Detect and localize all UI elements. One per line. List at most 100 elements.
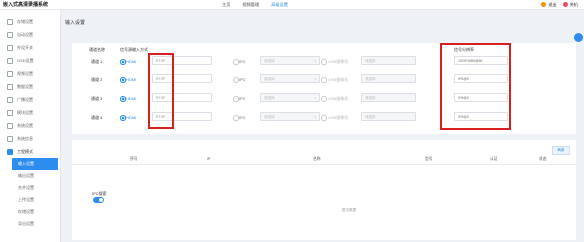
module-icon [7,109,13,116]
top-nav: 主页 视频管理 高级设置 [222,2,288,8]
top-bar: 嵌入式高清录播系统 主页 视频管理 高级设置 退出 关机 [0,0,584,10]
col-auth: 认证 [490,157,498,161]
hdmi-radio[interactable] [120,96,126,102]
channel-name: 通道 3 [91,96,103,101]
ipc-radio[interactable] [233,59,239,65]
sidebar-item-label: 广播设置 [17,96,33,102]
ipc-table-header: 序号 IP 名称 型号 认证 状态 [72,155,576,165]
usb-camera-label: USB摄像机 [328,77,349,82]
usb-camera-radio[interactable] [321,115,327,121]
logout-button[interactable]: 退出 [541,1,557,8]
sidebar-sub-input[interactable]: 输入设置 [12,158,58,170]
sidebar-item[interactable]: 自动设置 [0,28,60,41]
usb-camera-radio[interactable] [321,77,327,83]
sidebar-item[interactable]: 存储设置 [0,15,60,28]
nav-advanced[interactable]: 高级设置 [271,2,288,8]
usb-select-placeholder: 请选择 [365,59,376,63]
hdmi-label: HDMI [126,96,137,101]
ipc-select[interactable]: 请选择 ▾ [260,93,320,102]
ipc-radio[interactable] [233,77,239,83]
ipc-label: IPC [239,77,246,82]
usb-camera-select[interactable]: 请选择 [361,93,416,102]
info-icon [7,135,13,142]
sidebar-sub-export[interactable]: 导出设置 [0,218,60,230]
ipc-label: IPC [239,59,246,64]
sidebar-item-label: 系统信息 [17,135,33,141]
usb-camera-radio[interactable] [321,59,327,65]
usb-select-placeholder: 请选择 [365,96,376,100]
sidebar-item-label: 数据设置 [17,83,33,89]
app-title: 嵌入式高清录播系统 [3,2,49,8]
usb-camera-label: USB摄像机 [328,96,349,101]
settings-icon [7,122,13,129]
sidebar-sub-upload[interactable]: 上传设置 [0,194,60,206]
col-index: 序号 [130,157,138,161]
sidebar-sub-output[interactable]: 输出设置 [0,170,60,182]
sidebar-item[interactable]: 数据设置 [0,80,60,93]
usb-camera-select[interactable]: 请选择 [361,56,416,65]
ipc-search-toggle[interactable] [93,197,104,203]
shutdown-button[interactable]: 关机 [562,1,578,8]
usb-camera-radio[interactable] [321,96,327,102]
usb-camera-select[interactable]: 请选择 [361,112,416,121]
ipc-radio[interactable] [233,115,239,121]
engineering-icon [7,148,13,155]
sidebar-item-label: OSD设置 [17,57,34,63]
nav-video[interactable]: 视频管理 [242,2,259,8]
ipc-label: IPC [239,115,246,120]
chevron-down-icon: ▾ [314,115,316,119]
sidebar-item[interactable]: 系统设置 [0,119,60,132]
header-channel: 通道名称 [89,47,105,52]
shutdown-label: 关机 [569,1,578,7]
col-status: 状态 [539,157,547,161]
col-name: 名称 [313,157,321,161]
hdmi-radio[interactable] [120,115,126,121]
chevron-down-icon: ▾ [314,59,316,63]
sidebar-section-engineering[interactable]: 工程模式 [0,145,60,158]
refresh-button[interactable]: 刷新 [552,146,570,155]
highlight-resolution-column [440,43,511,130]
hdmi-radio[interactable] [120,59,126,65]
data-icon [7,83,13,90]
broadcast-icon [7,96,13,103]
sidebar-item[interactable]: 广播设置 [0,93,60,106]
channel-name: 通道 2 [91,77,103,82]
sidebar-sub-merge[interactable]: 合并设置 [0,182,60,194]
sidebar-item[interactable]: 模块设置 [0,106,60,119]
hdmi-label: HDMI [126,115,137,120]
sidebar-item[interactable]: OSD设置 [0,54,60,67]
auto-icon [7,31,13,38]
page-title: 输入设置 [65,20,86,26]
input-settings-card: 通道名称 信号源输入方式 信号分辨率 通道 1 HDMI RTSP IPC 请选… [72,43,576,134]
nav-home[interactable]: 主页 [222,2,230,8]
power-icon [562,1,568,7]
chevron-down-icon: ▾ [314,77,316,81]
logout-label: 退出 [548,1,557,7]
highlight-rtsp-column [148,53,174,129]
floating-action-button[interactable] [574,33,583,42]
ipc-label: IPC [239,96,246,101]
sidebar-item[interactable]: 视频设置 [0,67,60,80]
hdmi-radio[interactable] [120,77,126,83]
ipc-radio[interactable] [233,96,239,102]
storage-icon [7,18,13,25]
ipc-select[interactable]: 请选择 ▾ [260,56,320,65]
sidebar: 存储设置 自动设置 外设开关 OSD设置 视频设置 数据设置 广播设置 模块设置… [0,10,61,242]
sidebar-item-label: 系统设置 [17,122,33,128]
channel-name: 通道 4 [91,115,103,120]
usb-camera-select[interactable]: 请选择 [361,74,416,83]
col-model: 型号 [425,157,433,161]
ipc-select[interactable]: 请选择 ▾ [260,112,320,121]
video-icon [7,70,13,77]
sidebar-sub-storage[interactable]: 存储设置 [0,206,60,218]
usb-camera-label: USB摄像机 [328,59,349,64]
ipc-select-placeholder: 请选择 [264,77,275,81]
ipc-select[interactable]: 请选择 ▾ [260,74,320,83]
sidebar-item[interactable]: 外设开关 [0,41,60,54]
ipc-select-placeholder: 请选择 [264,115,275,119]
osd-icon [7,57,13,64]
channel-name: 通道 1 [91,59,103,64]
switch-icon [7,44,13,51]
usb-select-placeholder: 请选择 [365,115,376,119]
sidebar-item[interactable]: 系统信息 [0,132,60,145]
